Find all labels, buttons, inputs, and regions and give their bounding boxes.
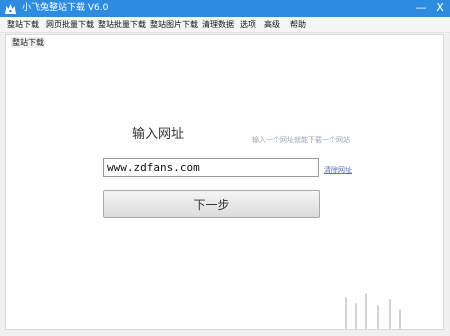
- url-input[interactable]: [103, 158, 319, 177]
- menu-site-image-download[interactable]: 整站图片下载: [150, 17, 198, 32]
- menu-clear-data[interactable]: 清理数据: [202, 17, 234, 32]
- menu-advanced[interactable]: 高级: [264, 17, 280, 32]
- menu-page-batch-download[interactable]: 网页批量下载: [46, 17, 94, 32]
- clear-url-link[interactable]: 清除网址: [324, 165, 352, 175]
- close-button[interactable]: X: [432, 1, 448, 16]
- menu-site-download[interactable]: 整站下载: [7, 17, 39, 32]
- menu-help[interactable]: 帮助: [290, 17, 306, 32]
- app-logo-icon: [5, 4, 16, 14]
- minimize-button[interactable]: —: [413, 1, 429, 16]
- url-label: 输入网址: [132, 127, 185, 142]
- menu-options[interactable]: 选项: [240, 17, 256, 32]
- watermark-icon: [345, 293, 401, 329]
- next-step-button[interactable]: 下一步: [103, 190, 320, 218]
- group-label: 整站下载: [11, 37, 45, 48]
- url-hint: 输入一个网址就能下载一个网站: [252, 136, 350, 144]
- title-bar: 小飞兔整站下载 V6.0 — X: [0, 0, 450, 17]
- window-title: 小飞兔整站下载 V6.0: [22, 3, 109, 13]
- menu-bar: 整站下载 网页批量下载 整站批量下载 整站图片下载 清理数据 选项 高级 帮助: [0, 17, 450, 33]
- menu-site-batch-download[interactable]: 整站批量下载: [98, 17, 146, 32]
- main-panel: [5, 34, 444, 330]
